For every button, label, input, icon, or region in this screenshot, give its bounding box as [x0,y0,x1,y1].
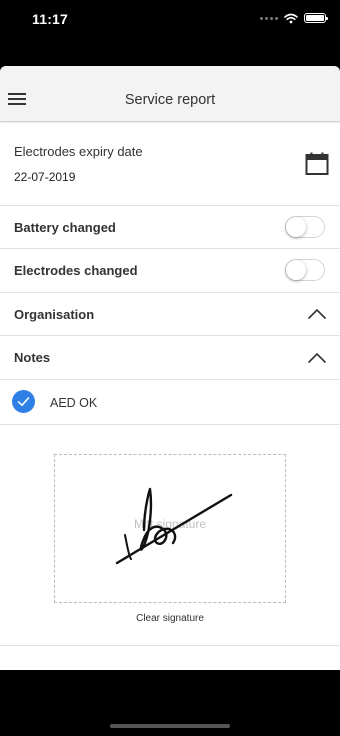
wifi-icon [284,13,298,23]
electrodes-changed-label: Electrodes changed [14,263,138,278]
checkmark-icon [17,397,30,406]
status-bar: 11:17 [0,0,340,36]
notes-label: Notes [14,350,51,365]
battery-changed-toggle[interactable] [285,216,325,238]
toggle-knob [286,217,306,237]
cellular-signal-icon [260,16,278,20]
electrodes-expiry-label: Electrodes expiry date [14,144,143,159]
chevron-up-icon[interactable] [307,308,327,320]
notes-section-header[interactable] [0,336,340,380]
signature-pad[interactable]: Mitt signature [54,454,286,603]
signature-stroke [115,487,233,565]
electrodes-expiry-row[interactable] [0,121,340,206]
app-screen: Service report Electrodes expiry date 22… [0,66,340,670]
organisation-label: Organisation [14,307,95,322]
page-title: Service report [124,92,216,108]
battery-icon [304,13,328,23]
status-icons [260,12,328,24]
toggle-knob [286,260,306,280]
battery-changed-label: Battery changed [14,220,116,235]
calendar-icon[interactable] [305,152,329,176]
device-notch [84,0,256,26]
section-divider [0,630,340,646]
status-time: 11:17 [32,11,69,27]
chevron-up-icon[interactable] [307,352,327,364]
clear-signature-button[interactable]: Clear signature [0,613,340,624]
home-indicator[interactable] [110,724,230,728]
electrodes-expiry-value: 22-07-2019 [14,170,76,184]
aed-ok-label: AED OK [50,396,98,410]
app-bar: Service report [0,66,340,121]
electrodes-changed-toggle[interactable] [285,259,325,281]
aed-ok-checkbox[interactable] [12,390,35,413]
